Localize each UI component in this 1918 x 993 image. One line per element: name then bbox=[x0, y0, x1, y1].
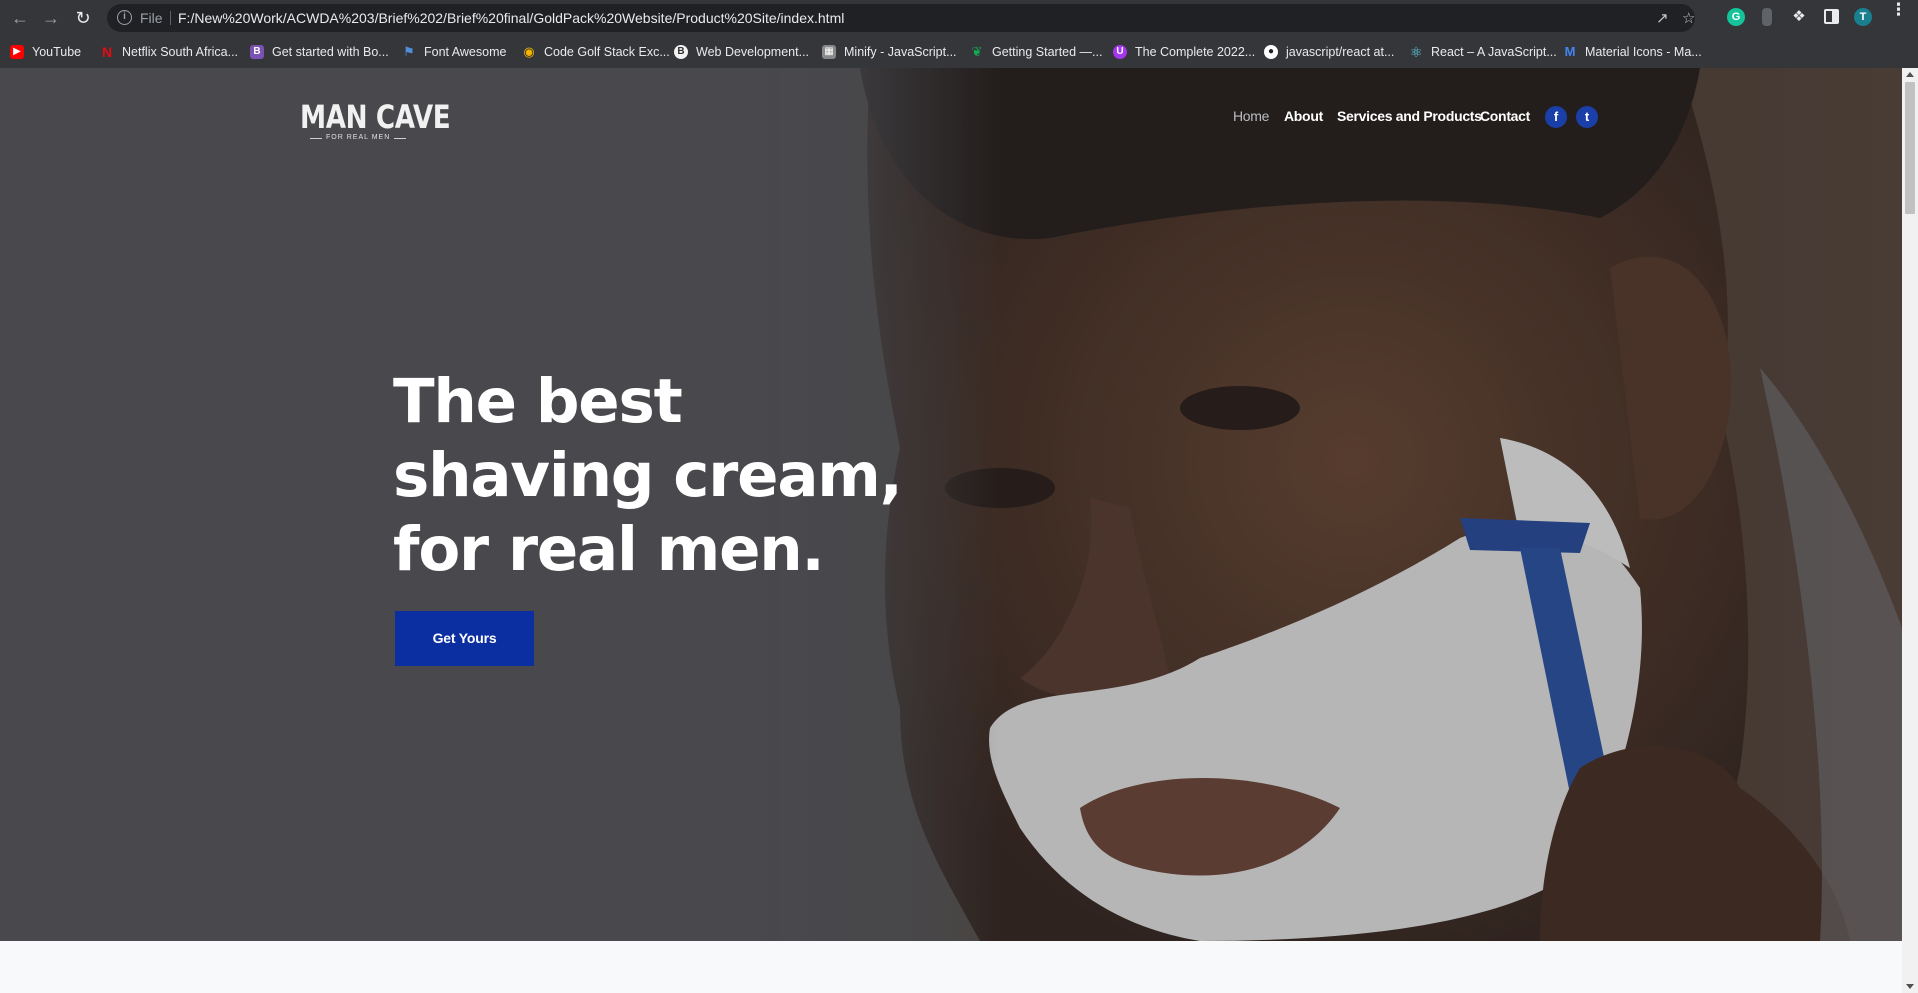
browser-menu-icon[interactable]: ⋮ bbox=[1890, 1, 1907, 18]
forward-arrow-icon[interactable]: → bbox=[40, 7, 62, 29]
page-scrollbar[interactable] bbox=[1902, 68, 1918, 993]
bookmark-youtube[interactable]: ▶ YouTube bbox=[10, 43, 81, 61]
nav-link-about[interactable]: About bbox=[1284, 108, 1323, 128]
url-scheme-label: File bbox=[140, 10, 163, 26]
get-yours-button[interactable]: Get Yours bbox=[395, 611, 534, 666]
github-icon: ● bbox=[1264, 45, 1278, 59]
address-bar[interactable]: i File F:/New%20Work/ACWDA%203/Brief%202… bbox=[107, 4, 1695, 32]
bookmark-github[interactable]: ● javascript/react at... bbox=[1264, 43, 1394, 61]
minify-icon: ▦ bbox=[822, 45, 836, 59]
nav-link-home[interactable]: Home bbox=[1233, 108, 1269, 128]
nav-link-services-and-products[interactable]: Services and Products bbox=[1337, 108, 1482, 128]
extension-indicator-icon[interactable] bbox=[1762, 8, 1772, 26]
bookmark-label: javascript/react at... bbox=[1286, 45, 1395, 59]
back-arrow-icon[interactable]: ← bbox=[9, 7, 31, 29]
netflix-icon: N bbox=[101, 44, 113, 60]
site-logo[interactable]: MAN CAVE FOR REAL MEN bbox=[300, 98, 451, 148]
bookmark-label: Minify - JavaScript... bbox=[844, 45, 957, 59]
material-icons-icon: M bbox=[1564, 44, 1576, 59]
bookmark-font-awesome[interactable]: ⚑ Font Awesome bbox=[402, 43, 506, 61]
scrollbar-thumb[interactable] bbox=[1905, 82, 1915, 214]
mongodb-leaf-icon: ❦ bbox=[971, 44, 983, 59]
bookmark-label: Web Development... bbox=[696, 45, 810, 59]
twitter-icon[interactable]: t bbox=[1576, 106, 1598, 128]
bookmark-react[interactable]: ⚛ React – A JavaScript... bbox=[1409, 43, 1557, 61]
bookmark-label: Getting Started —... bbox=[992, 45, 1103, 59]
medal-icon: ◉ bbox=[523, 44, 535, 59]
bookmark-udemy[interactable]: U The Complete 2022... bbox=[1113, 43, 1255, 61]
nav-link-contact[interactable]: Contact bbox=[1480, 108, 1530, 128]
address-divider bbox=[170, 11, 171, 25]
bookmark-label: YouTube bbox=[32, 45, 82, 59]
react-icon: ⚛ bbox=[1409, 44, 1423, 60]
bookmark-web-development[interactable]: B Web Development... bbox=[674, 43, 809, 61]
bookmark-label: React – A JavaScript... bbox=[1431, 45, 1557, 59]
bookmark-label: Netflix South Africa... bbox=[122, 45, 239, 59]
page-viewport: MAN CAVE FOR REAL MEN Home About Service… bbox=[0, 68, 1902, 993]
reload-icon[interactable]: ↻ bbox=[72, 7, 94, 29]
url-text[interactable]: F:/New%20Work/ACWDA%203/Brief%202/Brief%… bbox=[178, 10, 844, 26]
bootstrap-icon: B bbox=[250, 45, 264, 59]
logo-tagline: FOR REAL MEN bbox=[309, 134, 407, 141]
grammarly-icon[interactable]: G bbox=[1727, 8, 1745, 26]
bookmark-label: Material Icons - Ma... bbox=[1585, 45, 1702, 59]
profile-avatar-icon[interactable]: T bbox=[1854, 8, 1872, 26]
facebook-icon[interactable]: f bbox=[1545, 106, 1567, 128]
browser-toolbar: ← → ↻ i File F:/New%20Work/ACWDA%203/Bri… bbox=[0, 0, 1918, 36]
bookmark-label: Font Awesome bbox=[424, 45, 507, 59]
bookmark-mongodb[interactable]: ❦ Getting Started —... bbox=[970, 43, 1103, 61]
bookmark-netflix[interactable]: N Netflix South Africa... bbox=[100, 43, 238, 61]
hero-headline: The best shaving cream, for real men. bbox=[393, 366, 903, 585]
share-icon[interactable]: ↗ bbox=[1656, 9, 1669, 27]
scroll-up-arrow-icon[interactable] bbox=[1906, 72, 1914, 77]
bookmark-code-golf[interactable]: ◉ Code Golf Stack Exc... bbox=[522, 43, 670, 61]
udemy-icon: U bbox=[1113, 45, 1127, 59]
bookmark-minify[interactable]: ▦ Minify - JavaScript... bbox=[822, 43, 957, 61]
logo-wordmark: MAN CAVE bbox=[300, 98, 451, 136]
browser-chrome: ← → ↻ i File F:/New%20Work/ACWDA%203/Bri… bbox=[0, 0, 1918, 68]
hero-section: MAN CAVE FOR REAL MEN Home About Service… bbox=[0, 68, 1902, 941]
flag-icon: ⚑ bbox=[403, 44, 415, 59]
bookmark-star-icon[interactable]: ☆ bbox=[1682, 9, 1695, 27]
info-icon[interactable]: i bbox=[117, 10, 132, 25]
bookmark-label: Code Golf Stack Exc... bbox=[544, 45, 670, 59]
bookmark-material-icons[interactable]: M Material Icons - Ma... bbox=[1563, 43, 1702, 61]
extensions-puzzle-icon[interactable]: ❖ bbox=[1790, 8, 1808, 26]
bookmark-label: The Complete 2022... bbox=[1135, 45, 1256, 59]
web-dev-icon: B bbox=[674, 45, 688, 59]
side-panel-icon[interactable] bbox=[1824, 9, 1839, 24]
bookmarks-bar: ▶ YouTube N Netflix South Africa... B Ge… bbox=[0, 36, 1918, 68]
bookmark-bootstrap[interactable]: B Get started with Bo... bbox=[250, 43, 389, 61]
bookmark-label: Get started with Bo... bbox=[272, 45, 389, 59]
youtube-icon: ▶ bbox=[10, 45, 24, 59]
scroll-down-arrow-icon[interactable] bbox=[1906, 984, 1914, 989]
